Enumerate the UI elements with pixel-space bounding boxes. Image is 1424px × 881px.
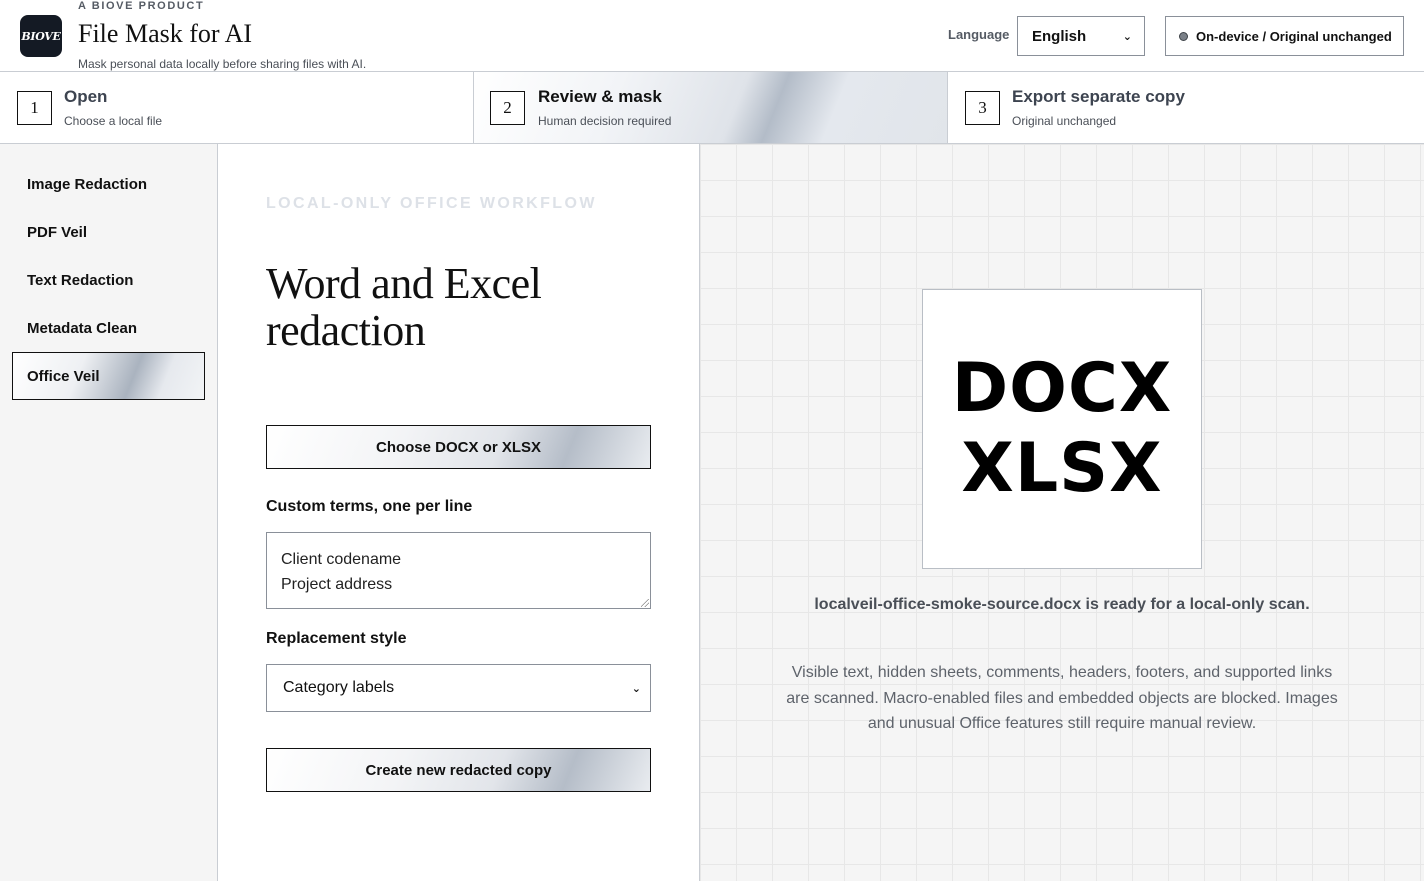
brand-kicker: A BIOVE PRODUCT [78, 0, 205, 12]
step-number: 2 [490, 91, 525, 125]
office-form-panel: LOCAL-ONLY OFFICE WORKFLOW Word and Exce… [218, 144, 700, 881]
language-label: Language [948, 27, 1010, 42]
custom-term-line: Client codename [281, 551, 402, 568]
step-subtitle: Choose a local file [64, 114, 163, 128]
step-title: Export separate copy [1012, 87, 1185, 106]
logo-text: BIOVE [21, 29, 61, 43]
section-eyebrow: LOCAL-ONLY OFFICE WORKFLOW [266, 195, 597, 212]
chevron-down-icon: ⌄ [1122, 30, 1132, 43]
status-text: On-device / Original unchanged [1196, 28, 1392, 44]
step-open[interactable]: 1 Open Choose a local file [0, 72, 474, 143]
scan-description: Visible text, hidden sheets, comments, h… [786, 664, 1338, 732]
sidebar-item-image-redaction[interactable]: Image Redaction [12, 160, 205, 208]
create-redacted-copy-button[interactable]: Create new redacted copy [266, 748, 651, 792]
custom-term-line: Project address [281, 576, 393, 593]
language-select[interactable]: English ⌄ [1017, 16, 1145, 56]
custom-terms-input[interactable]: Client codename Project address [266, 532, 651, 609]
step-review-mask[interactable]: 2 Review & mask Human decision required [474, 72, 948, 143]
step-title: Open [64, 87, 108, 106]
app-title: File Mask for AI [78, 19, 253, 48]
step-subtitle: Human decision required [538, 114, 672, 128]
status-badge: On-device / Original unchanged [1165, 16, 1404, 56]
sidebar-item-office-veil[interactable]: Office Veil [12, 352, 205, 400]
file-type-xlsx: XLSX [961, 429, 1163, 508]
step-number: 1 [17, 91, 52, 125]
choose-file-button[interactable]: Choose DOCX or XLSX [266, 425, 651, 469]
file-ready-message: localveil-office-smoke-source.docx is re… [814, 596, 1310, 613]
step-number: 3 [965, 91, 1000, 125]
app-header: BIOVE A BIOVE PRODUCT File Mask for AI M… [0, 0, 1424, 72]
app-subtitle: Mask personal data locally before sharin… [78, 57, 367, 71]
file-preview-pane: DOCX XLSX localveil-office-smoke-source.… [700, 144, 1424, 881]
step-export[interactable]: 3 Export separate copy Original unchange… [948, 72, 1424, 143]
file-type-docx: DOCX [951, 349, 1173, 428]
status-dot-icon [1179, 31, 1188, 41]
custom-terms-label: Custom terms, one per line [266, 498, 473, 515]
language-value: English [1032, 27, 1087, 45]
sidebar-item-metadata-clean[interactable]: Metadata Clean [12, 304, 205, 352]
sidebar-item-pdf-veil[interactable]: PDF Veil [12, 208, 205, 256]
file-type-card: DOCX XLSX [922, 289, 1202, 569]
workflow-steps: 1 Open Choose a local file 2 Review & ma… [0, 72, 1424, 144]
biove-logo: BIOVE [20, 15, 62, 57]
step-subtitle: Original unchanged [1012, 114, 1117, 128]
step-title: Review & mask [538, 87, 662, 106]
tool-sidebar: Image Redaction PDF Veil Text Redaction … [0, 144, 218, 881]
sidebar-item-text-redaction[interactable]: Text Redaction [12, 256, 205, 304]
chevron-down-icon: ⌄ [631, 682, 641, 695]
replacement-style-label: Replacement style [266, 630, 407, 647]
page-title: Word and Excel redaction [266, 259, 542, 355]
replacement-style-select[interactable]: Category labels ⌄ [266, 664, 651, 712]
replacement-style-value: Category labels [283, 679, 395, 696]
resize-handle-icon[interactable] [641, 599, 649, 607]
